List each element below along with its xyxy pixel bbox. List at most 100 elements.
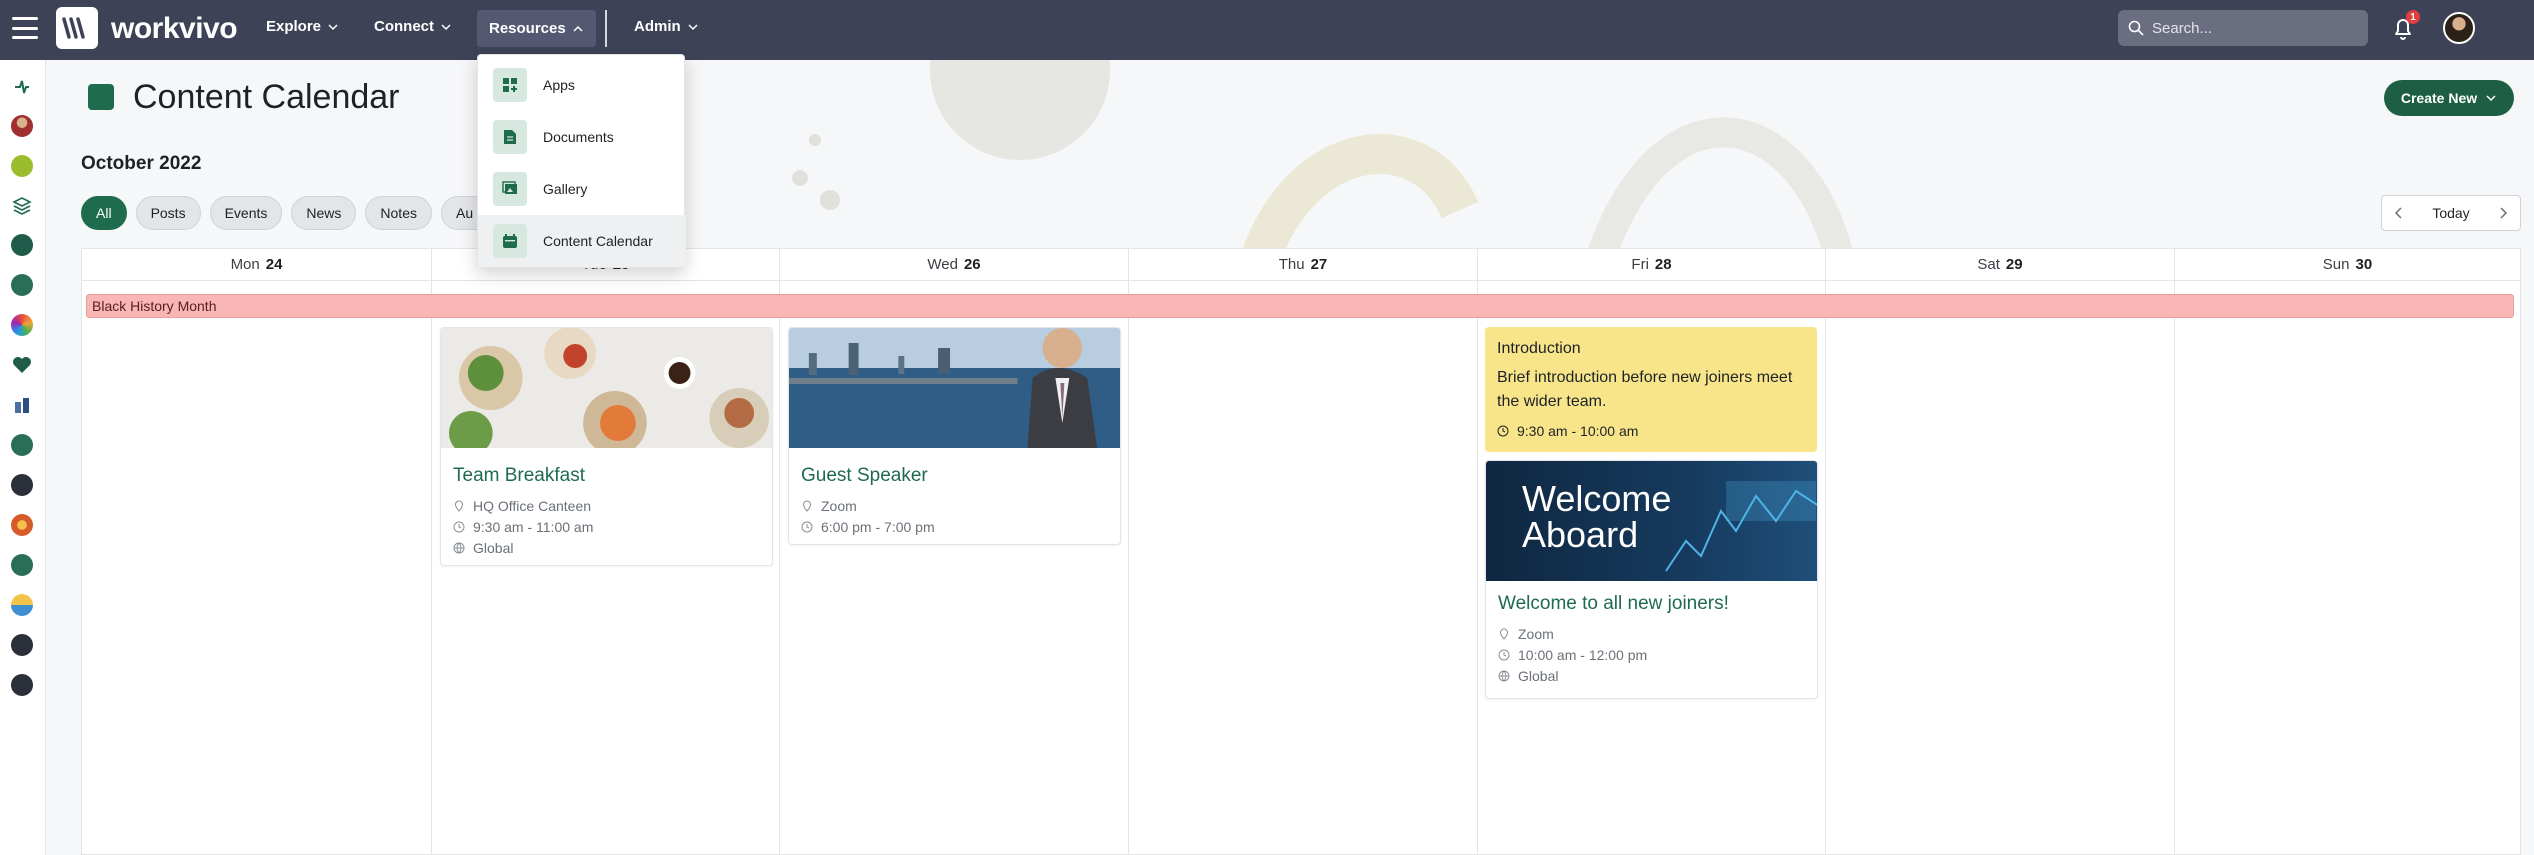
event-location-text: Zoom <box>1518 625 1554 642</box>
beach-icon[interactable] <box>11 594 33 616</box>
chevron-left-icon[interactable] <box>2394 207 2404 219</box>
day-column[interactable]: Mon 24 <box>82 249 432 855</box>
heart-icon[interactable] <box>11 354 33 376</box>
chevron-down-icon <box>2486 95 2496 102</box>
filter-events[interactable]: Events <box>209 196 283 230</box>
menu-item-label: Apps <box>543 77 575 93</box>
top-bar: workvivo Explore Connect Resources Admin… <box>0 0 2534 60</box>
filter-notes[interactable]: Notes <box>365 196 432 230</box>
leaf-icon[interactable] <box>11 274 33 296</box>
event-location: Zoom <box>801 495 1108 516</box>
nav-explore[interactable]: Explore <box>266 18 339 35</box>
chevron-down-icon <box>688 23 698 30</box>
compass-icon[interactable] <box>11 155 33 177</box>
event-time: 10:00 am - 12:00 pm <box>1498 644 1805 665</box>
event-card-team-breakfast[interactable]: Team Breakfast HQ Office Canteen 9:30 am… <box>440 327 773 566</box>
event-audience: Global <box>1498 665 1805 686</box>
menu-item-content-calendar[interactable]: Content Calendar <box>478 215 686 267</box>
event-location: HQ Office Canteen <box>453 495 760 516</box>
day-header: Mon 24 <box>82 249 431 281</box>
menu-item-documents[interactable]: Documents <box>478 111 686 163</box>
event-audience: Global <box>453 537 760 558</box>
buildings-icon[interactable] <box>11 394 33 416</box>
menu-icon[interactable] <box>12 17 38 39</box>
menu-item-gallery[interactable]: Gallery <box>478 163 686 215</box>
workvivo-space-icon[interactable] <box>11 674 33 696</box>
location-pin-icon <box>802 500 812 512</box>
page-title: Content Calendar <box>133 78 400 116</box>
chevron-down-icon <box>441 23 451 30</box>
document-icon <box>493 120 527 154</box>
location-pin-icon <box>454 500 464 512</box>
event-card-welcome[interactable]: Welcome Aboard Welcome to all new joiner… <box>1485 460 1818 699</box>
note-title: Introduction <box>1497 340 1581 357</box>
chevron-right-icon[interactable] <box>2498 207 2508 219</box>
globe-icon[interactable] <box>11 434 33 456</box>
event-image <box>789 328 1120 448</box>
location-pin-icon <box>1499 628 1509 640</box>
search-icon <box>2128 20 2144 36</box>
clock-icon <box>1497 425 1509 436</box>
event-image: Welcome Aboard <box>1486 461 1817 581</box>
workvivo-logo[interactable] <box>56 7 98 49</box>
workvivo-space-icon[interactable] <box>11 474 33 496</box>
globe-icon <box>1498 670 1510 681</box>
event-card-guest-speaker[interactable]: Guest Speaker Zoom 6:00 pm - 7:00 pm <box>788 327 1121 545</box>
day-column[interactable]: Sat 29 <box>1826 249 2175 855</box>
event-location-text: Zoom <box>821 497 857 514</box>
filter-all[interactable]: All <box>81 196 127 230</box>
chevron-up-icon <box>573 25 583 32</box>
event-audience-text: Global <box>1518 667 1559 684</box>
event-title[interactable]: Welcome to all new joiners! <box>1498 593 1805 615</box>
menu-item-label: Gallery <box>543 181 588 197</box>
welcome-image-text: Welcome Aboard <box>1522 478 1672 555</box>
chevron-down-icon <box>328 23 338 30</box>
clock-icon <box>801 521 813 532</box>
today-button[interactable]: Today <box>2432 205 2469 221</box>
filter-news[interactable]: News <box>291 196 357 230</box>
calendar-icon <box>493 224 527 258</box>
month-title: October 2022 <box>81 153 202 174</box>
event-time-text: 10:00 am - 12:00 pm <box>1518 646 1648 663</box>
create-new-button[interactable]: Create New <box>2384 80 2514 116</box>
nav-admin[interactable]: Admin <box>634 18 699 35</box>
search-box[interactable] <box>2118 10 2368 46</box>
event-title[interactable]: Team Breakfast <box>453 465 760 487</box>
search-input[interactable] <box>2152 19 2352 37</box>
event-image <box>441 328 772 455</box>
calendar-icon <box>88 84 114 110</box>
workvivo-space-icon[interactable] <box>11 634 33 656</box>
filter-posts[interactable]: Posts <box>135 196 201 230</box>
nav-connect-label: Connect <box>374 18 434 35</box>
globe-icon[interactable] <box>11 234 33 256</box>
event-time: 6:00 pm - 7:00 pm <box>801 516 1108 537</box>
space-avatar-icon[interactable] <box>11 115 33 137</box>
event-title[interactable]: Guest Speaker <box>801 465 1108 487</box>
event-location: Zoom <box>1498 623 1805 644</box>
nav-resources[interactable]: Resources <box>477 10 596 47</box>
day-header: Sun 30 <box>2175 249 2520 281</box>
black-history-month-banner[interactable]: Black History Month <box>86 294 2514 318</box>
event-audience-text: Global <box>473 539 514 556</box>
clock-icon <box>1498 649 1510 660</box>
sunset-icon[interactable] <box>11 514 33 536</box>
note-card-introduction[interactable]: Introduction Brief introduction before n… <box>1485 327 1817 452</box>
menu-item-apps[interactable]: Apps <box>478 59 686 111</box>
day-header: Thu 27 <box>1129 249 1477 281</box>
day-column[interactable]: Sun 30 <box>2175 249 2520 855</box>
layers-icon[interactable] <box>11 194 33 216</box>
globe-icon[interactable] <box>11 554 33 576</box>
notification-badge: 1 <box>2406 10 2420 24</box>
day-header: Fri 28 <box>1478 249 1825 281</box>
left-rail <box>0 60 46 855</box>
nav-explore-label: Explore <box>266 18 322 35</box>
resources-dropdown: Apps Documents Gallery Content Calendar <box>477 54 686 268</box>
day-column[interactable]: Thu 27 <box>1129 249 1478 855</box>
nav-connect[interactable]: Connect <box>374 18 452 35</box>
user-avatar[interactable] <box>2443 12 2475 44</box>
menu-item-label: Documents <box>543 129 614 145</box>
activity-icon[interactable] <box>11 76 33 98</box>
note-time: 9:30 am - 10:00 am <box>1497 420 1805 441</box>
sun-icon[interactable] <box>11 314 33 336</box>
date-navigation: Today <box>2381 195 2521 231</box>
